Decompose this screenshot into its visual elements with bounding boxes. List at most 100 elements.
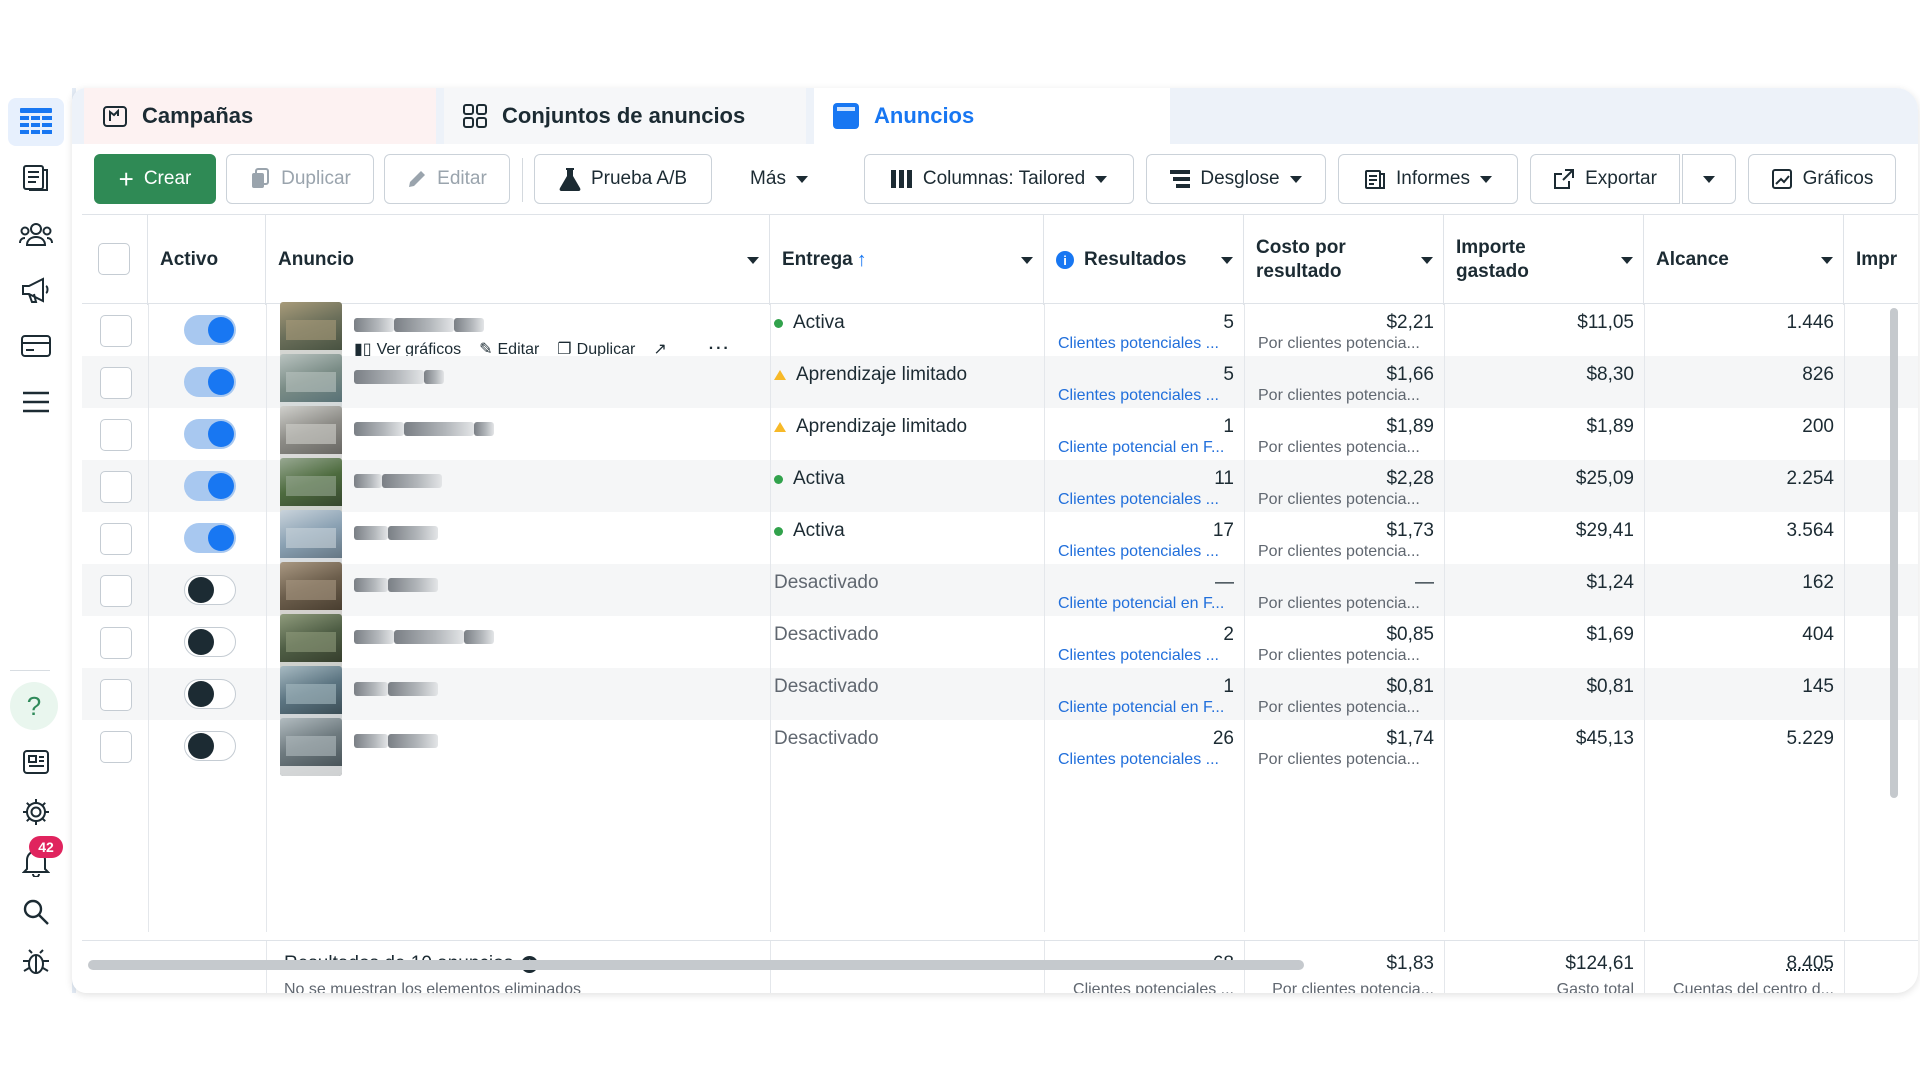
ad-thumbnail[interactable]: [280, 562, 342, 620]
chevron-down-icon[interactable]: [1421, 257, 1433, 264]
chevron-down-icon[interactable]: [1821, 257, 1833, 264]
results-type-link[interactable]: Clientes potenciales ...: [1058, 335, 1234, 353]
results-type-link[interactable]: Cliente potencial en F...: [1058, 699, 1234, 717]
header-spent[interactable]: Importe gastado: [1444, 215, 1644, 305]
pages-icon[interactable]: [8, 154, 64, 202]
results-type-link[interactable]: Cliente potencial en F...: [1058, 595, 1234, 613]
search-icon[interactable]: [8, 888, 64, 936]
row-checkbox[interactable]: [100, 315, 132, 347]
menu-icon[interactable]: [8, 378, 64, 426]
row-checkbox[interactable]: [100, 575, 132, 607]
news-icon[interactable]: [8, 738, 64, 786]
horizontal-scrollbar[interactable]: [88, 960, 1304, 970]
ad-name-redacted[interactable]: [354, 678, 438, 699]
delivery-label: Aprendizaje limitado: [796, 364, 968, 385]
ad-thumbnail[interactable]: [280, 406, 342, 464]
header-impressions[interactable]: Impr: [1844, 215, 1918, 305]
bug-icon[interactable]: [8, 938, 64, 986]
ab-test-button[interactable]: Prueba A/B: [534, 154, 712, 204]
ad-name-redacted[interactable]: [354, 470, 442, 491]
ad-thumbnail[interactable]: [280, 510, 342, 568]
active-toggle[interactable]: [184, 523, 236, 553]
columns-button[interactable]: Columnas: Tailored: [864, 154, 1134, 204]
active-toggle[interactable]: [184, 367, 236, 397]
more-button[interactable]: Más: [724, 154, 834, 204]
vertical-scrollbar[interactable]: [1890, 308, 1898, 798]
sort-up-icon[interactable]: ↑: [857, 249, 867, 272]
ad-name-redacted[interactable]: [354, 522, 438, 543]
table-row[interactable]: Aprendizaje limitado 5 Clientes potenciale…: [82, 354, 1918, 412]
results-type-link[interactable]: Cliente potencial en F...: [1058, 439, 1234, 457]
header-ad[interactable]: Anuncio: [266, 215, 770, 305]
ad-thumbnail[interactable]: [280, 666, 342, 724]
export-menu-button[interactable]: [1682, 154, 1736, 204]
billing-icon[interactable]: [8, 322, 64, 370]
results-type-link[interactable]: Clientes potenciales ...: [1058, 387, 1234, 405]
ad-thumbnail[interactable]: [280, 458, 342, 516]
results-type-link[interactable]: Clientes potenciales ...: [1058, 647, 1234, 665]
select-all-checkbox[interactable]: [98, 243, 130, 275]
table-icon[interactable]: [8, 98, 64, 146]
create-button[interactable]: + Crear: [94, 154, 216, 204]
ad-name-redacted[interactable]: [354, 366, 444, 387]
header-active[interactable]: Activo: [148, 215, 266, 305]
table-row[interactable]: Desactivado 26 Clientes potenciales ... $1,…: [82, 718, 1918, 776]
results-type-link[interactable]: Clientes potenciales ...: [1058, 491, 1234, 509]
ad-thumbnail[interactable]: [280, 354, 342, 412]
table-row[interactable]: Activa 17 Clientes potenciales ... $1,73 Por…: [82, 510, 1918, 568]
export-button[interactable]: Exportar: [1530, 154, 1680, 204]
audience-icon[interactable]: [8, 210, 64, 258]
duplicate-button[interactable]: Duplicar: [226, 154, 374, 204]
help-icon[interactable]: ?: [10, 682, 58, 730]
reports-button[interactable]: Informes: [1338, 154, 1518, 204]
table-row[interactable]: Desactivado 2 Clientes potenciales ... $0,8…: [82, 614, 1918, 672]
row-checkbox[interactable]: [100, 471, 132, 503]
table-row[interactable]: Activa 11 Clientes potenciales ... $2,28 Por…: [82, 458, 1918, 516]
ad-name-redacted[interactable]: [354, 314, 484, 335]
active-toggle[interactable]: [184, 679, 236, 709]
row-checkbox[interactable]: [100, 367, 132, 399]
active-toggle[interactable]: [184, 471, 236, 501]
tab-campaigns[interactable]: Campañas: [84, 88, 436, 144]
charts-button[interactable]: Gráficos: [1748, 154, 1896, 204]
ad-name-redacted[interactable]: [354, 626, 494, 647]
table-row[interactable]: Desactivado — Cliente potencial en F... — Po…: [82, 562, 1918, 620]
ad-thumbnail[interactable]: [280, 302, 342, 360]
row-checkbox[interactable]: [100, 419, 132, 451]
results-type-link[interactable]: Clientes potenciales ...: [1058, 751, 1234, 769]
tab-ads[interactable]: Anuncios: [814, 88, 1170, 144]
megaphone-icon[interactable]: [8, 266, 64, 314]
ad-name-redacted[interactable]: [354, 418, 494, 439]
results-type-link[interactable]: Clientes potenciales ...: [1058, 543, 1234, 561]
header-delivery[interactable]: Entrega ↑: [770, 215, 1044, 305]
row-checkbox[interactable]: [100, 627, 132, 659]
table-row[interactable]: Desactivado 1 Cliente potencial en F... $0,…: [82, 666, 1918, 724]
ad-name-redacted[interactable]: [354, 730, 438, 751]
chevron-down-icon[interactable]: [747, 257, 759, 264]
active-toggle[interactable]: [184, 627, 236, 657]
row-checkbox[interactable]: [100, 679, 132, 711]
breakdown-button[interactable]: Desglose: [1146, 154, 1326, 204]
chevron-down-icon[interactable]: [1021, 257, 1033, 264]
row-checkbox[interactable]: [100, 523, 132, 555]
ad-thumbnail[interactable]: [280, 718, 342, 776]
header-results[interactable]: i Resultados: [1044, 215, 1244, 305]
header-reach[interactable]: Alcance: [1644, 215, 1844, 305]
header-cost[interactable]: Costo por resultado: [1244, 215, 1444, 305]
chevron-down-icon[interactable]: [1221, 257, 1233, 264]
footer-reach[interactable]: 8.405: [1644, 953, 1834, 975]
row-checkbox[interactable]: [100, 731, 132, 763]
ad-name-redacted[interactable]: [354, 574, 438, 595]
active-toggle[interactable]: [184, 575, 236, 605]
edit-button[interactable]: Editar: [384, 154, 510, 204]
active-toggle[interactable]: [184, 315, 236, 345]
table-row[interactable]: ▮▯ Ver gráficos ✎ Editar ❐ Duplicar ↗ ··· Activa…: [82, 302, 1918, 360]
ad-thumbnail[interactable]: [280, 614, 342, 672]
chevron-down-icon[interactable]: [1621, 257, 1633, 264]
tab-ad-sets[interactable]: Conjuntos de anuncios: [444, 88, 806, 144]
settings-icon[interactable]: [8, 788, 64, 836]
active-toggle[interactable]: [184, 419, 236, 449]
active-toggle[interactable]: [184, 731, 236, 761]
table-row[interactable]: Aprendizaje limitado 1 Cliente potencial e…: [82, 406, 1918, 464]
info-icon[interactable]: i: [1056, 251, 1074, 269]
